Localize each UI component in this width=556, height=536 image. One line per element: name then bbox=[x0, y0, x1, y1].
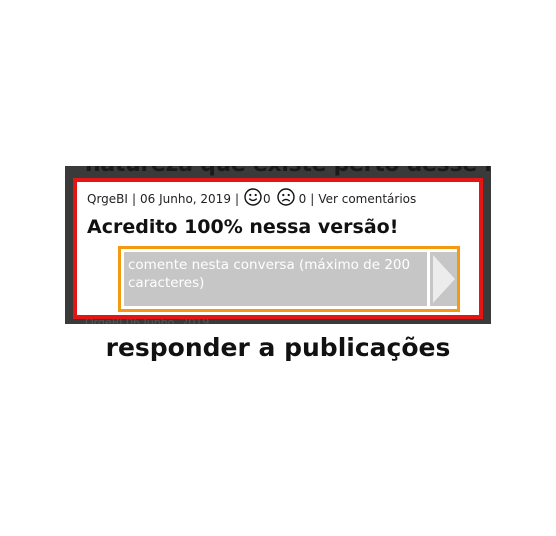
separator: | bbox=[234, 191, 239, 206]
smile-icon[interactable] bbox=[244, 188, 262, 209]
separator: | bbox=[131, 191, 136, 206]
reply-highlight: comente nesta conversa (máximo de 200 ca… bbox=[118, 246, 460, 312]
post-author[interactable]: QrgeBI bbox=[87, 192, 128, 206]
view-comments-link[interactable]: Ver comentários bbox=[318, 192, 416, 206]
play-arrow-icon bbox=[433, 255, 455, 303]
post-meta: QrgeBI | 06 Junho, 2019 | 0 0 | Ver come… bbox=[87, 188, 416, 209]
background-post-title: natureza que existe perto desse local bbox=[85, 166, 491, 177]
reply-input[interactable]: comente nesta conversa (máximo de 200 ca… bbox=[124, 252, 427, 306]
post-headline: Acredito 100% nessa versão! bbox=[87, 216, 399, 238]
caption: responder a publicações bbox=[105, 333, 451, 362]
post-date: 06 Junho, 2019 bbox=[140, 191, 231, 206]
like-count: 0 bbox=[263, 191, 271, 206]
send-button[interactable] bbox=[430, 252, 457, 306]
separator: | bbox=[310, 191, 315, 206]
frown-icon[interactable] bbox=[276, 188, 295, 209]
dislike-count: 0 bbox=[298, 191, 307, 206]
